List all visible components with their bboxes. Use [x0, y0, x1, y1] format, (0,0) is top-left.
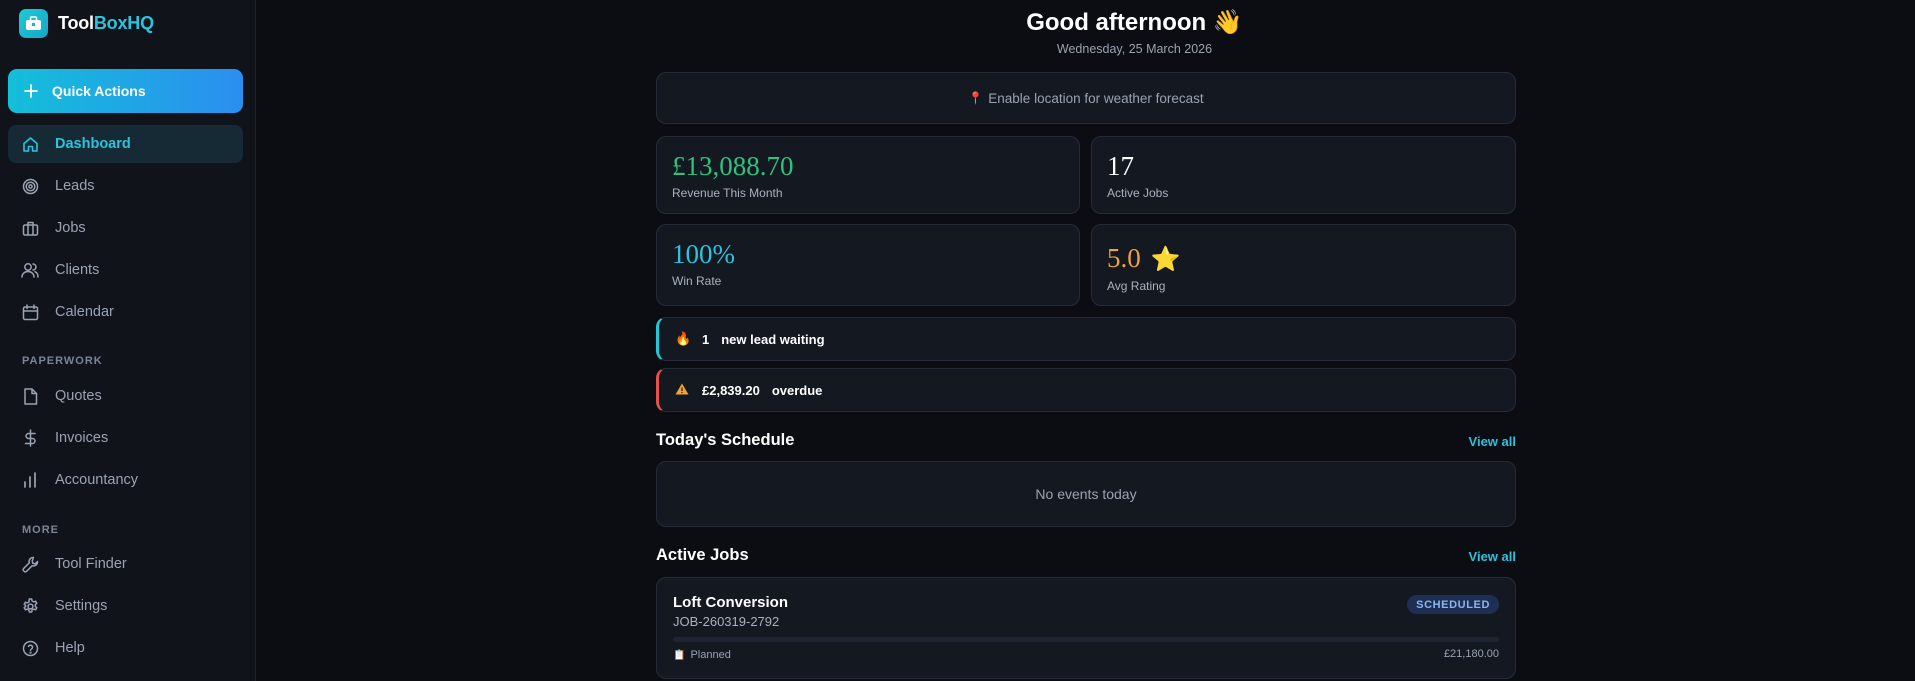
greeting-heading: Good afternoon 👋	[256, 8, 1915, 37]
sidebar-item-label: Settings	[55, 598, 108, 614]
stat-card-revenue[interactable]: £13,088.70 Revenue This Month	[656, 136, 1080, 214]
active-jobs-view-all-link[interactable]: View all	[1469, 549, 1516, 564]
overdue-amount: £2,839.20	[702, 382, 760, 398]
schedule-empty-state: No events today	[656, 461, 1516, 527]
new-leads-alert[interactable]: 🔥 1 new lead waiting	[656, 317, 1516, 361]
stat-value: 100%	[672, 239, 735, 269]
stat-card-avg-rating[interactable]: 5.0 ⭐ Avg Rating	[1091, 224, 1516, 306]
stat-value-row: 5.0 ⭐	[1107, 243, 1181, 274]
overdue-text: overdue	[771, 382, 823, 398]
stat-card-active-jobs[interactable]: 17 Active Jobs	[1091, 136, 1516, 214]
lead-count: 1	[702, 331, 710, 347]
current-date: Wednesday, 25 March 2026	[1056, 42, 1213, 56]
weather-prompt-text: Enable location for weather forecast	[988, 90, 1204, 106]
gear-icon	[21, 597, 39, 615]
wrench-icon	[21, 555, 39, 573]
stat-value: 5.0	[1107, 243, 1141, 273]
active-jobs-title: Active Jobs	[656, 546, 749, 564]
calendar-icon	[21, 303, 39, 321]
stat-card-win-rate[interactable]: 100% Win Rate	[656, 224, 1080, 306]
job-card[interactable]: Loft Conversion JOB-260319-2792 SCHEDULE…	[656, 577, 1516, 679]
sidebar-item-invoices[interactable]: Invoices	[8, 419, 243, 457]
sidebar-item-quotes[interactable]: Quotes	[8, 377, 243, 415]
brand-name-part2: BoxHQ	[93, 13, 154, 33]
sidebar-item-jobs[interactable]: Jobs	[8, 209, 243, 247]
schedule-view-all-link[interactable]: View all	[1469, 434, 1516, 449]
clipboard-icon: 📋	[673, 649, 686, 661]
section-label-more: MORE	[22, 524, 59, 536]
sidebar-item-clients[interactable]: Clients	[8, 251, 243, 289]
schedule-title: Today's Schedule	[656, 431, 795, 449]
sidebar-item-label: Quotes	[55, 388, 102, 404]
sidebar-item-label: Leads	[55, 178, 95, 194]
job-status-badge: SCHEDULED	[1407, 595, 1499, 614]
quick-actions-label: Quick Actions	[52, 83, 146, 99]
sidebar-item-label: Accountancy	[55, 472, 139, 488]
stat-value: £13,088.70	[672, 151, 794, 181]
target-icon	[21, 177, 39, 195]
weather-location-prompt[interactable]: 📍 Enable location for weather forecast	[656, 72, 1516, 124]
brand[interactable]: ToolBoxHQ	[19, 9, 154, 38]
sidebar-item-label: Tool Finder	[55, 556, 127, 572]
stat-label: Active Jobs	[1107, 186, 1169, 200]
file-icon	[21, 387, 39, 405]
greeting-text: Good afternoon	[1026, 9, 1207, 36]
sidebar-item-label: Jobs	[55, 220, 86, 236]
lead-alert-text: new lead waiting	[721, 331, 825, 347]
toolbox-logo-icon	[19, 9, 48, 38]
bar-chart-icon	[21, 471, 39, 489]
stat-label: Win Rate	[672, 274, 722, 288]
active-jobs-header: Active Jobs View all	[656, 546, 1516, 566]
stat-label: Revenue This Month	[672, 186, 783, 200]
users-icon	[21, 261, 39, 279]
sidebar-item-label: Dashboard	[55, 136, 131, 152]
job-stage-label: Planned	[690, 649, 731, 661]
sidebar-item-calendar[interactable]: Calendar	[8, 293, 243, 331]
job-progress-bar	[673, 637, 1499, 642]
job-code: JOB-260319-2792	[673, 614, 780, 629]
help-icon	[21, 639, 39, 657]
section-label-paperwork: PAPERWORK	[22, 355, 103, 367]
stat-value: 17	[1107, 151, 1134, 181]
warning-icon	[675, 383, 691, 398]
plus-icon	[22, 82, 40, 100]
schedule-header: Today's Schedule View all	[656, 431, 1516, 451]
dollar-icon	[21, 429, 39, 447]
main-content: Good afternoon 👋 Wednesday, 25 March 202…	[256, 0, 1915, 681]
overdue-alert[interactable]: £2,839.20 overdue	[656, 368, 1516, 412]
sidebar-item-accountancy[interactable]: Accountancy	[8, 461, 243, 499]
stat-label: Avg Rating	[1107, 279, 1166, 293]
job-stage: 📋 Planned	[673, 649, 731, 661]
sidebar-item-tool-finder[interactable]: Tool Finder	[8, 545, 243, 583]
sidebar: ToolBoxHQ Quick Actions Dashboard Leads …	[0, 0, 256, 681]
sidebar-item-help[interactable]: Help	[8, 629, 243, 667]
location-pin-icon: 📍	[968, 91, 984, 105]
sidebar-item-label: Clients	[55, 262, 100, 278]
sidebar-item-label: Help	[55, 640, 85, 656]
sidebar-item-label: Invoices	[55, 430, 109, 446]
job-amount: £21,180.00	[1443, 648, 1499, 660]
sidebar-item-label: Calendar	[55, 304, 114, 320]
job-title: Loft Conversion	[673, 594, 788, 611]
wave-emoji-icon: 👋	[1212, 9, 1243, 36]
quick-actions-button[interactable]: Quick Actions	[8, 69, 243, 113]
sidebar-item-settings[interactable]: Settings	[8, 587, 243, 625]
brand-name: ToolBoxHQ	[58, 13, 154, 34]
star-icon: ⭐	[1150, 244, 1181, 273]
briefcase-icon	[21, 219, 39, 237]
brand-name-part1: Tool	[58, 13, 94, 33]
fire-icon: 🔥	[675, 331, 692, 346]
home-icon	[21, 135, 39, 153]
sidebar-item-leads[interactable]: Leads	[8, 167, 243, 205]
sidebar-item-dashboard[interactable]: Dashboard	[8, 125, 243, 163]
